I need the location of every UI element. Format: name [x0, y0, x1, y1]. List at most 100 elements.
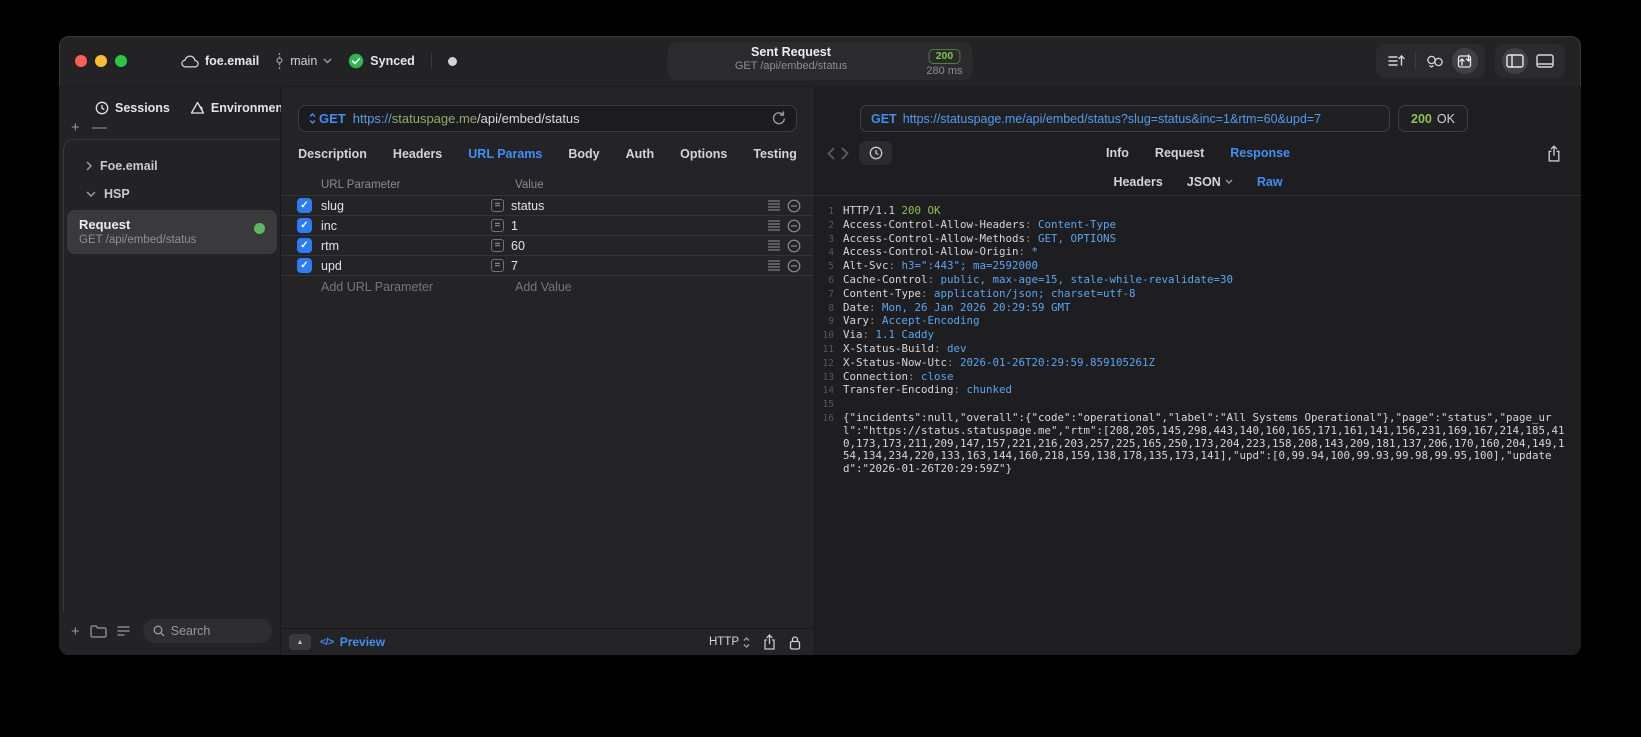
response-body[interactable]: 1 HTTP/1.1 200 OK 2 Access-Control-Allow-He…: [815, 196, 1581, 655]
close-window-button[interactable]: [75, 55, 87, 67]
param-row: ✓ upd = 7: [281, 255, 814, 275]
minimize-window-button[interactable]: [95, 55, 107, 67]
param-name-field[interactable]: upd: [321, 259, 491, 273]
editor-tab-testing[interactable]: Testing: [753, 147, 797, 161]
viewer-subtab-raw[interactable]: Raw: [1257, 175, 1283, 189]
editor-tab-url-params[interactable]: URL Params: [468, 147, 542, 161]
reorder-handle-icon[interactable]: [768, 240, 780, 251]
editor-tab-options[interactable]: Options: [680, 147, 727, 161]
reorder-handle-icon[interactable]: [768, 260, 780, 271]
chevron-down-icon: [323, 58, 332, 64]
viewer-subtab-headers[interactable]: Headers: [1113, 175, 1162, 189]
param-value-field[interactable]: status: [511, 199, 544, 213]
url-text[interactable]: https://statuspage.me/api/embed/status: [353, 111, 580, 126]
lock-button[interactable]: [789, 635, 801, 650]
history-button[interactable]: [859, 141, 892, 165]
param-enabled-checkbox[interactable]: ✓: [297, 218, 312, 233]
panel-bottom-icon: [1536, 54, 1554, 68]
add-item-button[interactable]: +: [71, 624, 80, 639]
sync-status[interactable]: Synced: [348, 53, 415, 69]
add-param-value[interactable]: Add Value: [500, 280, 572, 294]
remove-session-button[interactable]: —: [92, 120, 107, 135]
back-button[interactable]: [827, 146, 835, 160]
tree-group-hsp[interactable]: HSP: [64, 180, 280, 208]
param-value-field[interactable]: 7: [511, 259, 518, 273]
search-input[interactable]: [170, 624, 261, 638]
reorder-handle-icon[interactable]: [768, 220, 780, 231]
add-param-name[interactable]: Add URL Parameter: [321, 280, 500, 294]
tab-sessions[interactable]: Sessions: [95, 101, 170, 115]
remove-param-button[interactable]: [787, 219, 801, 233]
synced-check-icon: [348, 53, 364, 69]
remove-param-button[interactable]: [787, 239, 801, 253]
cloud-icon: [181, 54, 199, 68]
export-button[interactable]: [763, 634, 776, 650]
editor-tab-description[interactable]: Description: [298, 147, 367, 161]
branch-selector[interactable]: main: [275, 53, 332, 69]
viewer-subtab-json[interactable]: JSON: [1187, 175, 1233, 189]
list-view-button[interactable]: [117, 625, 133, 637]
sidebar-search[interactable]: [142, 619, 272, 643]
toggle-left-sidebar-button[interactable]: [1502, 48, 1528, 74]
param-row: ✓ rtm = 60: [281, 235, 814, 255]
add-session-button[interactable]: +: [71, 120, 80, 135]
line-number: 7: [828, 288, 834, 300]
viewer-tab-request[interactable]: Request: [1155, 146, 1204, 160]
forward-button[interactable]: [841, 146, 849, 160]
sent-request-url-box[interactable]: GET https://statuspage.me/api/embed/stat…: [860, 105, 1390, 132]
remove-param-button[interactable]: [787, 259, 801, 273]
chevron-down-icon: [1225, 179, 1233, 184]
param-row-actions: [768, 259, 801, 273]
preview-button[interactable]: </> Preview: [320, 635, 385, 649]
url-bar[interactable]: GET https://statuspage.me/api/embed/stat…: [298, 105, 797, 132]
folder-icon: [90, 624, 107, 638]
response-line: 13 Connection: close: [815, 370, 1569, 385]
method-stepper-icon[interactable]: [309, 113, 316, 124]
editor-tab-body[interactable]: Body: [568, 147, 599, 161]
viewer-tab-info[interactable]: Info: [1106, 146, 1129, 160]
console-drawer-button[interactable]: ▲: [289, 634, 311, 650]
param-name-field[interactable]: rtm: [321, 239, 491, 253]
project-switcher[interactable]: foe.email: [181, 54, 259, 68]
param-name-field[interactable]: slug: [321, 199, 491, 213]
new-folder-button[interactable]: [90, 624, 107, 638]
line-number: 11: [822, 343, 834, 355]
code-icon: </>: [320, 636, 334, 648]
tree-group-foe-email[interactable]: Foe.email: [64, 152, 280, 180]
param-enabled-checkbox[interactable]: ✓: [297, 258, 312, 273]
actions-separator: [1415, 53, 1416, 69]
param-name-field[interactable]: inc: [321, 219, 491, 233]
list-view-icon: [117, 625, 133, 637]
request-summary-pill[interactable]: Sent Request GET /api/embed/status 200 2…: [667, 42, 973, 80]
request-item-subtitle: GET /api/embed/status: [79, 234, 197, 246]
reorder-handle-icon[interactable]: [768, 200, 780, 211]
zoom-window-button[interactable]: [115, 55, 127, 67]
equals-icon: =: [491, 259, 504, 272]
response-viewer: GET https://statuspage.me/api/embed/stat…: [815, 87, 1581, 655]
param-value-field[interactable]: 1: [511, 219, 518, 233]
share-response-button[interactable]: [1547, 144, 1561, 162]
request-order-button[interactable]: [1383, 48, 1409, 74]
send-receive-button[interactable]: [1452, 48, 1478, 74]
tab-environments[interactable]: Environments: [190, 101, 294, 115]
viewer-nav: Info Request Response: [815, 138, 1581, 168]
response-line: 4 Access-Control-Allow-Origin: *: [815, 245, 1569, 260]
remove-param-button[interactable]: [787, 199, 801, 213]
add-param-row[interactable]: Add URL Parameter Add Value: [281, 275, 814, 297]
toggle-bottom-panel-button[interactable]: [1532, 48, 1558, 74]
sidebar-request-item[interactable]: Request GET /api/embed/status: [67, 210, 277, 254]
method-label[interactable]: GET: [319, 111, 346, 126]
param-enabled-checkbox[interactable]: ✓: [297, 198, 312, 213]
param-value-field[interactable]: 60: [511, 239, 525, 253]
line-content: Access-Control-Allow-Origin: *: [843, 245, 1039, 259]
line-content: X-Status-Now-Utc: 2026-01-26T20:29:59.85…: [843, 355, 1156, 369]
viewer-tab-response[interactable]: Response: [1230, 146, 1290, 160]
resend-request-button[interactable]: [772, 111, 786, 126]
editor-tab-headers[interactable]: Headers: [393, 147, 442, 161]
param-enabled-checkbox[interactable]: ✓: [297, 238, 312, 253]
http-version-select[interactable]: HTTP: [709, 636, 750, 648]
line-content: [843, 398, 1569, 412]
editor-tab-auth[interactable]: Auth: [626, 147, 654, 161]
sync-branches-button[interactable]: [1422, 48, 1448, 74]
git-branch-icon: [275, 53, 284, 69]
